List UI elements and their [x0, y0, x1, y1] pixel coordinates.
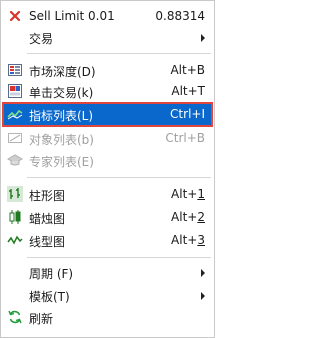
submenu-arrow-icon [201, 269, 205, 277]
menu-item-template[interactable]: 模板(T) [4, 285, 211, 306]
one-click-trading-icon [7, 83, 23, 99]
menu-item-refresh[interactable]: 刷新 [4, 307, 211, 328]
menu-item-candlesticks[interactable]: 蜡烛图 Alt+2 [4, 207, 211, 228]
menu-separator [27, 53, 211, 54]
trade-label: 交易 [29, 32, 54, 46]
menu-item-objects-list: 对象列表(b) Ctrl+B [4, 128, 211, 149]
close-x-icon [7, 8, 23, 24]
menu-item-bar-chart[interactable]: 柱形图 Alt+1 [4, 184, 211, 205]
refresh-icon [7, 309, 23, 325]
menu-item-experts-list: 专家列表(E) [4, 150, 211, 171]
market-depth-shortcut: Alt+B [170, 63, 205, 77]
indicators-list-shortcut: Ctrl+I [170, 107, 205, 121]
candlestick-icon [7, 209, 23, 225]
template-label: 模板(T) [29, 290, 70, 304]
bar-chart-label: 柱形图 [29, 189, 66, 203]
objects-list-icon [7, 130, 23, 146]
menu-item-sell-limit[interactable]: Sell Limit 0.01 0.88314 [4, 6, 211, 27]
menu-item-indicators-list[interactable]: 指标列表(L) Ctrl+I [2, 102, 213, 127]
menu-item-line-chart[interactable]: 线型图 Alt+3 [4, 230, 211, 251]
experts-list-label: 专家列表(E) [29, 155, 94, 169]
indicators-list-label: 指标列表(L) [29, 109, 94, 123]
objects-list-label: 对象列表(b) [29, 133, 94, 147]
candlesticks-shortcut: Alt+2 [171, 210, 205, 224]
sell-limit-label: Sell Limit 0.01 [29, 9, 115, 23]
menu-item-market-depth[interactable]: 市场深度(D) Alt+B [4, 60, 211, 81]
menu-separator [27, 177, 211, 178]
bar-chart-shortcut: Alt+1 [171, 187, 205, 201]
chart-context-menu: Sell Limit 0.01 0.88314 交易 市场深度(D) Alt+B [0, 0, 215, 338]
period-label: 周期 (F) [29, 267, 74, 281]
one-click-trading-label: 单击交易(k) [29, 86, 94, 100]
depth-of-market-icon [7, 62, 23, 78]
submenu-arrow-icon [201, 292, 205, 300]
menu-item-trade[interactable]: 交易 [4, 27, 211, 48]
objects-list-shortcut: Ctrl+B [165, 131, 205, 145]
menu-separator [27, 257, 211, 258]
menu-item-one-click-trading[interactable]: 单击交易(k) Alt+T [4, 81, 211, 102]
sell-limit-price: 0.88314 [155, 9, 205, 23]
menu-item-period[interactable]: 周期 (F) [4, 262, 211, 283]
submenu-arrow-icon [201, 34, 205, 42]
expert-hat-icon [7, 152, 23, 168]
one-click-trading-shortcut: Alt+T [171, 84, 205, 98]
bar-chart-icon [7, 186, 23, 202]
refresh-label: 刷新 [29, 312, 54, 326]
line-chart-icon [7, 232, 23, 248]
market-depth-label: 市场深度(D) [29, 65, 96, 79]
candlesticks-label: 蜡烛图 [29, 212, 66, 226]
indicators-list-icon [7, 106, 23, 122]
line-chart-label: 线型图 [29, 235, 66, 249]
line-chart-shortcut: Alt+3 [171, 233, 205, 247]
